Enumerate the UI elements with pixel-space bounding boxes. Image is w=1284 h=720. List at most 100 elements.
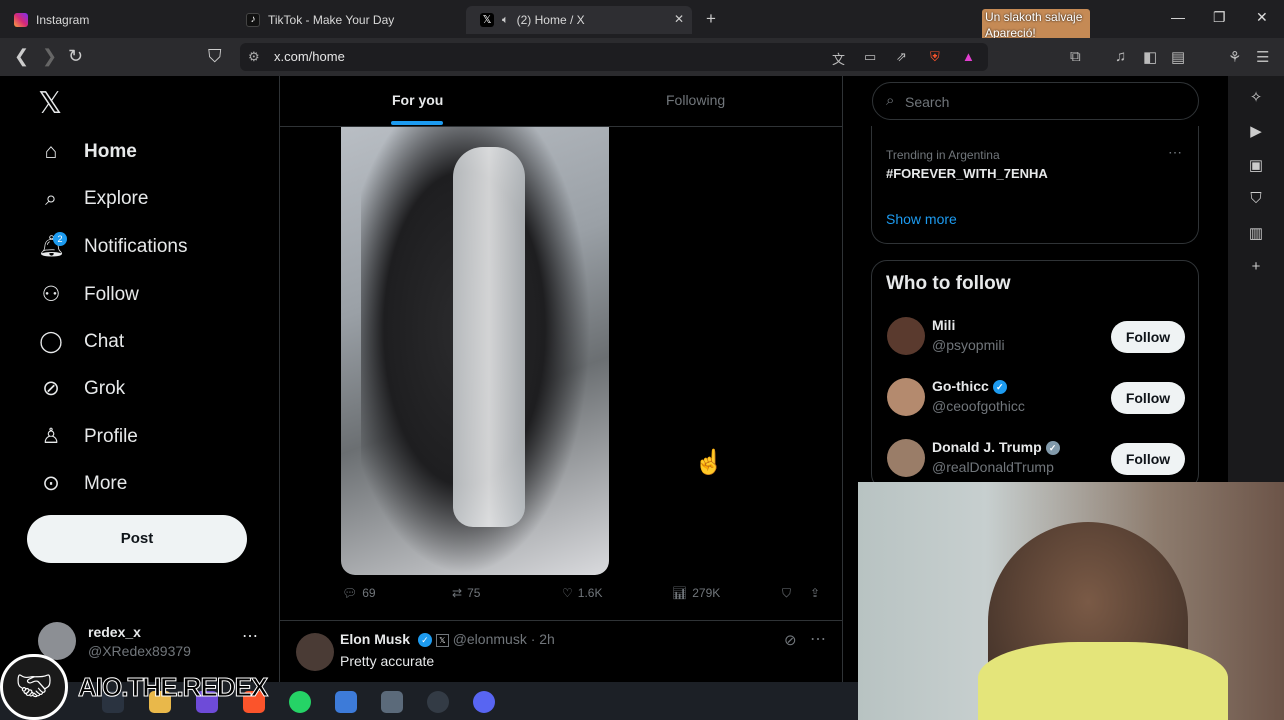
who-to-follow-card: Who to follow Mili @psyopmili Follow Go-… — [871, 260, 1199, 490]
reload-icon[interactable]: ↻ — [68, 46, 83, 67]
nav-label: Explore — [84, 188, 149, 209]
tab-title: Instagram — [36, 13, 90, 27]
nav-item-more[interactable]: ⊙ More — [38, 471, 127, 496]
extensions-icon[interactable]: ⚘ — [1228, 48, 1241, 66]
sidebar-toggle-icon[interactable]: ◧ — [1143, 48, 1157, 66]
maximize-icon[interactable]: ❐ — [1213, 9, 1226, 26]
nav-item-follow[interactable]: ⚇ Follow — [38, 282, 139, 307]
suggestion-handle: @psyopmili — [932, 337, 1005, 353]
post-time: · 2h — [530, 631, 555, 647]
notification-badge: 2 — [53, 232, 67, 246]
account-name: redex_x — [88, 624, 141, 640]
webcam-overlay — [858, 482, 1284, 720]
media-icon[interactable]: ♫ — [1115, 48, 1126, 65]
wallet-icon[interactable]: ▤ — [1171, 48, 1185, 66]
tab-instagram[interactable]: Instagram — [0, 6, 232, 34]
suggestion-name: Mili — [932, 317, 956, 333]
trend-context: Trending in Argentina — [886, 148, 1000, 162]
address-field[interactable]: ⚙ x.com/home 文 ▭ ⇗ ⛨ ▲ — [240, 43, 988, 71]
post-text: Pretty accurate — [340, 653, 435, 669]
nav-item-grok[interactable]: ⊘ Grok — [38, 376, 125, 401]
follow-suggestion[interactable]: Mili @psyopmili Follow — [887, 315, 1187, 359]
follow-button[interactable]: Follow — [1111, 382, 1185, 414]
follow-suggestion[interactable]: Donald J. Trump ✓ @realDonaldTrump Follow — [887, 437, 1187, 481]
cast-icon[interactable]: ▭ — [864, 49, 876, 65]
avatar — [887, 378, 925, 416]
new-tab-button[interactable]: + — [706, 9, 716, 29]
trend-topic[interactable]: #FOREVER_WITH_7ENHA — [886, 166, 1048, 181]
follow-button[interactable]: Follow — [1111, 443, 1185, 475]
more-circle-icon: ⊙ — [42, 472, 60, 495]
heart-icon: ♡ — [562, 586, 573, 600]
share-icon[interactable]: ⇗ — [896, 49, 907, 65]
tab-x-home[interactable]: 𝕏 🔈︎ (2) Home / X ✕ — [466, 6, 692, 34]
tab-tiktok[interactable]: ♪ TikTok - Make Your Day — [232, 6, 464, 34]
video-bottle — [453, 147, 525, 527]
site-info-icon[interactable]: ⚙ — [248, 49, 260, 65]
x-logo-icon[interactable]: 𝕏 — [38, 86, 62, 121]
instagram-icon — [14, 13, 28, 27]
more-icon[interactable]: ⋯ — [242, 626, 258, 646]
app-icon[interactable] — [335, 691, 357, 713]
nav-item-profile[interactable]: ♙ Profile — [38, 424, 138, 449]
repost-count: 75 — [467, 586, 481, 600]
close-window-icon[interactable]: ✕ — [1256, 9, 1268, 26]
person-icon: ♙ — [41, 425, 61, 448]
avatar — [296, 633, 334, 671]
post-card[interactable]: Elon Musk ✓ 𝕏 @elonmusk · 2h Pretty accu… — [280, 620, 842, 682]
avatar — [887, 317, 925, 355]
tab-title: TikTok - Make Your Day — [268, 13, 395, 27]
close-tab-icon[interactable]: ✕ — [674, 12, 684, 26]
player-icon[interactable]: ▶ — [1250, 122, 1262, 140]
share-button[interactable]: ⇪ — [810, 586, 820, 600]
like-count: 1.6K — [577, 586, 603, 600]
more-icon[interactable]: ⋯ — [810, 629, 826, 649]
add-icon[interactable]: + — [1252, 258, 1261, 275]
post-button[interactable]: Post — [27, 515, 247, 563]
forward-icon[interactable]: ❯ — [42, 46, 57, 67]
tab-following[interactable]: Following — [666, 92, 725, 108]
brave-rewards-icon[interactable]: ▲ — [962, 49, 975, 64]
bookmark-button[interactable]: ⛉ — [782, 586, 791, 601]
nav-item-explore[interactable]: ⌕ Explore — [38, 187, 148, 211]
obs-icon[interactable] — [427, 691, 449, 713]
bookmarks-icon[interactable]: ⛉ — [1250, 190, 1261, 207]
search-input[interactable]: ⌕ Search — [872, 82, 1199, 120]
wallet-icon[interactable]: ▣ — [1249, 156, 1263, 174]
more-icon[interactable]: ⋯ — [1168, 144, 1182, 161]
post-video[interactable] — [341, 127, 609, 575]
discord-icon[interactable] — [473, 691, 495, 713]
tab-for-you[interactable]: For you — [392, 92, 443, 108]
search-icon: ⌕ — [45, 187, 57, 210]
reply-button[interactable]: 💬︎ 69 — [342, 586, 376, 600]
x-icon: 𝕏 — [480, 13, 494, 27]
post-author[interactable]: Elon Musk — [340, 631, 410, 647]
nav-item-home[interactable]: ⌂ Home — [38, 140, 137, 164]
nav-item-chat[interactable]: ◯ Chat — [38, 329, 124, 354]
grok-icon[interactable]: ⊘ — [784, 631, 797, 649]
like-button[interactable]: ♡ 1.6K — [562, 586, 602, 600]
timeline-tabs: For you Following — [280, 76, 842, 127]
reading-list-icon[interactable]: ▥ — [1249, 224, 1263, 242]
views-icon: 📊︎ — [672, 586, 688, 600]
views-button[interactable]: 📊︎ 279K — [672, 586, 720, 600]
follow-suggestion[interactable]: Go-thicc ✓ @ceoofgothicc Follow — [887, 376, 1187, 420]
avatar — [887, 439, 925, 477]
menu-icon[interactable]: ☰ — [1256, 48, 1269, 66]
brave-shield-icon[interactable]: ⛨ — [930, 49, 940, 65]
back-icon[interactable]: ❮ — [14, 46, 29, 67]
show-more-link[interactable]: Show more — [886, 211, 957, 227]
search-icon: ⌕ — [886, 92, 895, 109]
nav-label: Profile — [84, 425, 138, 447]
app-icon[interactable] — [381, 691, 403, 713]
translate-icon[interactable]: 文 — [832, 49, 845, 68]
bookmark-icon[interactable]: ⛉ — [208, 46, 222, 67]
leo-ai-icon[interactable]: ✧ — [1250, 88, 1263, 106]
url-text: x.com/home — [274, 49, 345, 64]
reply-icon: 💬︎ — [342, 586, 358, 600]
repost-button[interactable]: ⇄ 75 — [452, 586, 480, 600]
follow-button[interactable]: Follow — [1111, 321, 1185, 353]
screenshot-icon[interactable]: ⧉ — [1070, 48, 1081, 65]
whatsapp-icon[interactable] — [289, 691, 311, 713]
minimize-icon[interactable]: — — [1171, 9, 1185, 25]
